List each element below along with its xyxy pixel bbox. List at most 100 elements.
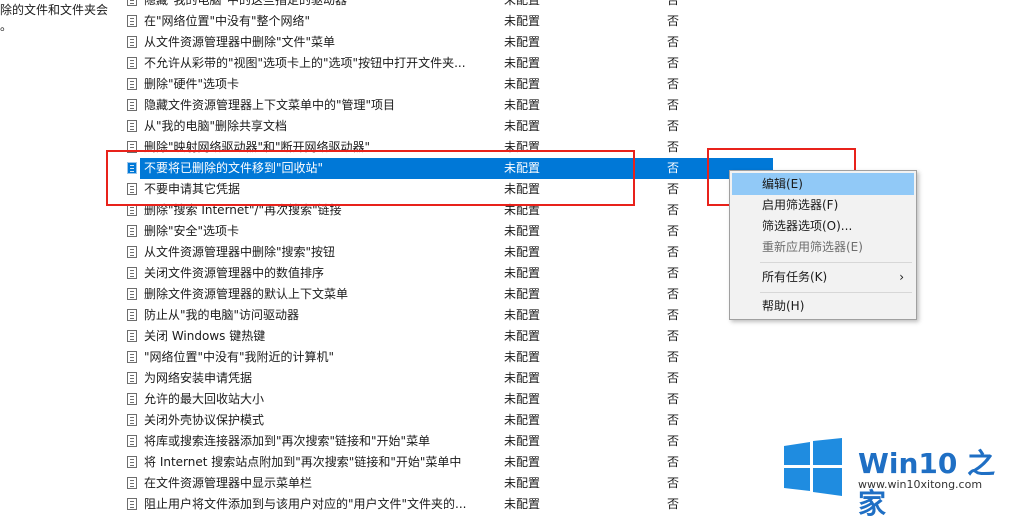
policy-state: 未配置 [504,0,541,7]
menu-separator [760,292,912,293]
policy-row[interactable]: 删除"安全"选项卡 未配置 否 [118,221,818,242]
watermark-url: www.win10xitong.com [858,478,983,491]
policy-state: 未配置 [504,476,541,490]
policy-row[interactable]: 删除"硬件"选项卡 未配置 否 [118,74,818,95]
policy-state: 未配置 [504,497,541,511]
policy-state: 未配置 [504,329,541,343]
policy-name: 为网络安装申请凭据 [144,371,253,385]
policy-name: 不允许从彩带的"视图"选项卡上的"选项"按钮中打开文件夹... [144,56,466,70]
policy-comment: 否 [667,98,680,112]
policy-setting-icon [127,351,137,363]
policy-row[interactable]: 从文件资源管理器中删除"文件"菜单 未配置 否 [118,32,818,53]
policy-row[interactable]: 隐藏文件资源管理器上下文菜单中的"管理"项目 未配置 否 [118,95,818,116]
menu-separator [760,262,912,263]
policy-setting-icon [127,246,137,258]
policy-setting-icon [127,78,137,90]
policy-comment: 否 [667,350,680,364]
policy-state: 未配置 [504,245,541,259]
menu-item-edit-label: 编辑(E) [762,177,803,191]
policy-row[interactable]: "网络位置"中没有"我附近的计算机" 未配置 否 [118,347,818,368]
policy-row[interactable]: 将库或搜索连接器添加到"再次搜索"链接和"开始"菜单 未配置 否 [118,431,818,452]
policy-name: 防止从"我的电脑"访问驱动器 [144,308,300,322]
policy-state: 未配置 [504,119,541,133]
policy-row[interactable]: 关闭文件资源管理器中的数值排序 未配置 否 [118,263,818,284]
policy-comment: 否 [667,371,680,385]
policy-name: 关闭文件资源管理器中的数值排序 [144,266,325,280]
policy-comment: 否 [667,497,680,511]
policy-row[interactable]: 在"网络位置"中没有"整个网络" 未配置 否 [118,11,818,32]
policy-setting-icon [127,36,137,48]
policy-row[interactable]: 在文件资源管理器中显示菜单栏 未配置 否 [118,473,818,494]
policy-name: 隐藏"我的电脑"中的这些指定的驱动器 [144,0,348,7]
policy-setting-icon [127,0,137,6]
policy-name: 关闭 Windows 键热键 [144,329,266,343]
policy-row[interactable]: 删除文件资源管理器的默认上下文菜单 未配置 否 [118,284,818,305]
policy-comment: 否 [667,266,680,280]
policy-name: 删除"安全"选项卡 [144,224,240,238]
policy-setting-icon [127,225,137,237]
policy-row[interactable]: 将 Internet 搜索站点附加到"再次搜索"链接和"开始"菜单中 未配置 否 [118,452,818,473]
policy-comment: 否 [667,14,680,28]
policy-setting-list: 隐藏"我的电脑"中的这些指定的驱动器 未配置否在"网络位置"中没有"整个网络" 未配… [118,0,818,515]
policy-name: 删除"硬件"选项卡 [144,77,240,91]
policy-name: 关闭外壳协议保护模式 [144,413,265,427]
menu-item-filter-options[interactable]: 筛选器选项(O)... [732,215,914,237]
policy-row[interactable]: 隐藏"我的电脑"中的这些指定的驱动器 未配置 否 [118,0,818,11]
policy-name: 删除文件资源管理器的默认上下文菜单 [144,287,349,301]
policy-comment: 否 [667,413,680,427]
policy-comment: 否 [667,434,680,448]
menu-item-enable-filter-label: 启用筛选器(F) [762,198,839,212]
menu-item-help[interactable]: 帮助(H) [732,295,914,317]
policy-setting-icon [127,99,137,111]
policy-name: 从文件资源管理器中删除"搜索"按钮 [144,245,336,259]
policy-name: 允许的最大回收站大小 [144,392,265,406]
policy-setting-icon [127,477,137,489]
policy-setting-icon [127,393,137,405]
policy-row[interactable]: 关闭外壳协议保护模式 未配置 否 [118,410,818,431]
policy-state: 未配置 [504,266,541,280]
policy-comment: 否 [667,245,680,259]
policy-comment: 否 [667,0,680,7]
policy-setting-icon [127,456,137,468]
policy-state: 未配置 [504,350,541,364]
description-text-line2: 。 [0,19,13,33]
policy-comment: 否 [667,119,680,133]
policy-comment: 否 [667,392,680,406]
policy-state: 未配置 [504,287,541,301]
policy-state: 未配置 [504,56,541,70]
policy-row[interactable]: 允许的最大回收站大小 未配置 否 [118,389,818,410]
policy-setting-icon [127,288,137,300]
policy-state: 未配置 [504,455,541,469]
policy-state: 未配置 [504,413,541,427]
policy-setting-icon [127,414,137,426]
policy-name: 在文件资源管理器中显示菜单栏 [144,476,313,490]
policy-state: 未配置 [504,77,541,91]
policy-comment: 否 [667,329,680,343]
policy-comment: 否 [667,224,680,238]
menu-item-enable-filter[interactable]: 启用筛选器(F) [732,194,914,216]
policy-name: 阻止用户将文件添加到与该用户对应的"用户文件"文件夹的... [144,497,467,511]
description-pane: 除的文件和文件夹会 。 [0,0,112,510]
menu-item-filter-options-label: 筛选器选项(O)... [762,219,853,233]
policy-name: "网络位置"中没有"我附近的计算机" [144,350,335,364]
policy-state: 未配置 [504,224,541,238]
policy-setting-icon [127,330,137,342]
policy-comment: 否 [667,56,680,70]
policy-row[interactable]: 关闭 Windows 键热键 未配置 否 [118,326,818,347]
policy-name: 从"我的电脑"删除共享文档 [144,119,288,133]
policy-state: 未配置 [504,392,541,406]
policy-row[interactable]: 从"我的电脑"删除共享文档 未配置 否 [118,116,818,137]
policy-row[interactable]: 防止从"我的电脑"访问驱动器 未配置 否 [118,305,818,326]
policy-comment: 否 [667,203,680,217]
menu-item-edit[interactable]: 编辑(E) [732,173,914,195]
menu-item-all-tasks[interactable]: 所有任务(K) › [732,266,914,288]
policy-row[interactable]: 为网络安装申请凭据 未配置 否 [118,368,818,389]
policy-row[interactable]: 阻止用户将文件添加到与该用户对应的"用户文件"文件夹的... 未配置 否 [118,494,818,515]
menu-item-all-tasks-label: 所有任务(K) [762,270,828,284]
policy-state: 未配置 [504,434,541,448]
policy-row[interactable]: 不允许从彩带的"视图"选项卡上的"选项"按钮中打开文件夹... 未配置 否 [118,53,818,74]
policy-state: 未配置 [504,371,541,385]
windows-logo-icon [784,438,842,496]
policy-name: 在"网络位置"中没有"整个网络" [144,14,311,28]
policy-row[interactable]: 从文件资源管理器中删除"搜索"按钮 未配置 否 [118,242,818,263]
